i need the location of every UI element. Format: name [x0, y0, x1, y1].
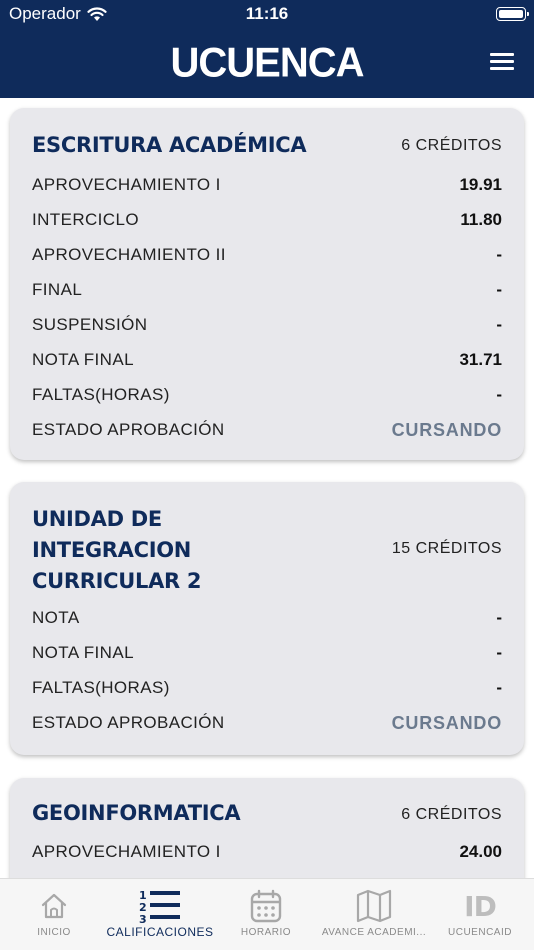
course-title: ESCRITURA ACADÉMICA — [32, 133, 307, 157]
tab-inicio[interactable]: INICIO — [14, 879, 94, 950]
grade-value: - — [496, 280, 502, 299]
tab-ucuencaid[interactable]: ID UCUENCAID — [440, 879, 520, 950]
grade-row: NOTA - — [32, 606, 502, 630]
grade-row: APROVECHAMIENTO I 19.91 — [32, 173, 502, 197]
grade-label: APROVECHAMIENTO II — [32, 245, 226, 264]
grade-value: - — [496, 385, 502, 404]
status-row: ESTADO APROBACIÓN CURSANDO — [32, 418, 502, 442]
grade-label: SUSPENSIÓN — [32, 315, 148, 334]
grade-value: - — [496, 245, 502, 264]
grade-label: FALTAS(HORAS) — [32, 385, 170, 404]
home-icon — [41, 893, 67, 919]
status-label: ESTADO APROBACIÓN — [32, 713, 225, 732]
grade-row: FINAL - — [32, 278, 502, 302]
course-title-line: CURRICULAR 2 — [32, 569, 202, 593]
tab-label: CALIFICACIONES — [106, 925, 214, 939]
grade-value: 24.00 — [459, 842, 502, 861]
course-title-line: UNIDAD DE — [32, 507, 162, 531]
numbered-list-icon: 1 2 3 — [139, 889, 180, 924]
grade-row: APROVECHAMIENTO I 24.00 — [32, 840, 502, 864]
grade-label: APROVECHAMIENTO I — [32, 842, 221, 861]
grade-row: NOTA FINAL - — [32, 641, 502, 665]
grade-row: NOTA FINAL 31.71 — [32, 348, 502, 372]
status-bar: Operador 11:16 — [0, 0, 534, 30]
grade-value: - — [496, 678, 502, 697]
grade-row: INTERCICLO 11.80 — [32, 208, 502, 232]
course-title: UNIDAD DE INTEGRACION CURRICULAR 2 — [32, 504, 202, 597]
tab-horario[interactable]: HORARIO — [226, 879, 306, 950]
app-logo: UCUENCA — [170, 39, 365, 87]
course-credits: 6 CRÉDITOS — [401, 806, 502, 823]
status-value: CURSANDO — [391, 712, 502, 733]
tab-label: UCUENCAID — [448, 927, 512, 938]
grade-label: APROVECHAMIENTO I — [32, 175, 221, 194]
map-icon — [356, 889, 392, 923]
tab-label: AVANCE ACADEMI... — [321, 927, 427, 938]
course-title: GEOINFORMATICA — [32, 801, 241, 825]
battery-icon — [496, 7, 529, 21]
svg-text:3: 3 — [139, 913, 147, 924]
grade-row: APROVECHAMIENTO II - — [32, 243, 502, 267]
tab-label: HORARIO — [240, 927, 292, 938]
tab-label: INICIO — [37, 927, 71, 938]
course-credits: 6 CRÉDITOS — [401, 137, 502, 154]
grade-value: - — [496, 315, 502, 334]
course-card: GEOINFORMATICA 6 CRÉDITOS APROVECHAMIENT… — [10, 778, 524, 878]
tab-calificaciones[interactable]: 1 2 3 CALIFICACIONES — [106, 879, 213, 950]
grades-list[interactable]: ESCRITURA ACADÉMICA 6 CRÉDITOS APROVECHA… — [0, 98, 534, 878]
hamburger-menu-icon[interactable] — [490, 52, 514, 72]
grade-label: NOTA — [32, 608, 80, 627]
grade-label: NOTA FINAL — [32, 643, 134, 662]
app-header: Operador 11:16 UCUENCA — [0, 0, 534, 98]
calendar-icon — [250, 889, 282, 923]
status-label: ESTADO APROBACIÓN — [32, 420, 225, 439]
course-credits: 15 CRÉDITOS — [391, 540, 502, 557]
grade-row: SUSPENSIÓN - — [32, 313, 502, 337]
grade-value: 19.91 — [459, 175, 502, 194]
grade-row: FALTAS(HORAS) - — [32, 676, 502, 700]
grade-label: INTERCICLO — [32, 210, 139, 229]
course-title-line: INTEGRACION — [32, 538, 192, 562]
tab-avance-academico[interactable]: AVANCE ACADEMI... — [322, 879, 426, 950]
bottom-tab-bar: INICIO 1 2 3 CALIFICACIONES HORARIO AVAN… — [0, 878, 534, 950]
id-icon: ID — [464, 889, 497, 923]
status-row: ESTADO APROBACIÓN CURSANDO — [32, 711, 502, 735]
clock: 11:16 — [245, 4, 289, 23]
grade-label: NOTA FINAL — [32, 350, 134, 369]
grade-value: 11.80 — [460, 210, 502, 229]
status-value: CURSANDO — [391, 419, 502, 440]
grade-label: FINAL — [32, 280, 83, 299]
grade-value: - — [496, 608, 502, 627]
grade-label: FALTAS(HORAS) — [32, 678, 170, 697]
course-card: ESCRITURA ACADÉMICA 6 CRÉDITOS APROVECHA… — [10, 108, 524, 460]
grade-row: FALTAS(HORAS) - — [32, 383, 502, 407]
grade-value: - — [496, 643, 502, 662]
grade-value: 31.71 — [459, 350, 502, 369]
course-card: UNIDAD DE INTEGRACION CURRICULAR 2 15 CR… — [10, 482, 524, 755]
